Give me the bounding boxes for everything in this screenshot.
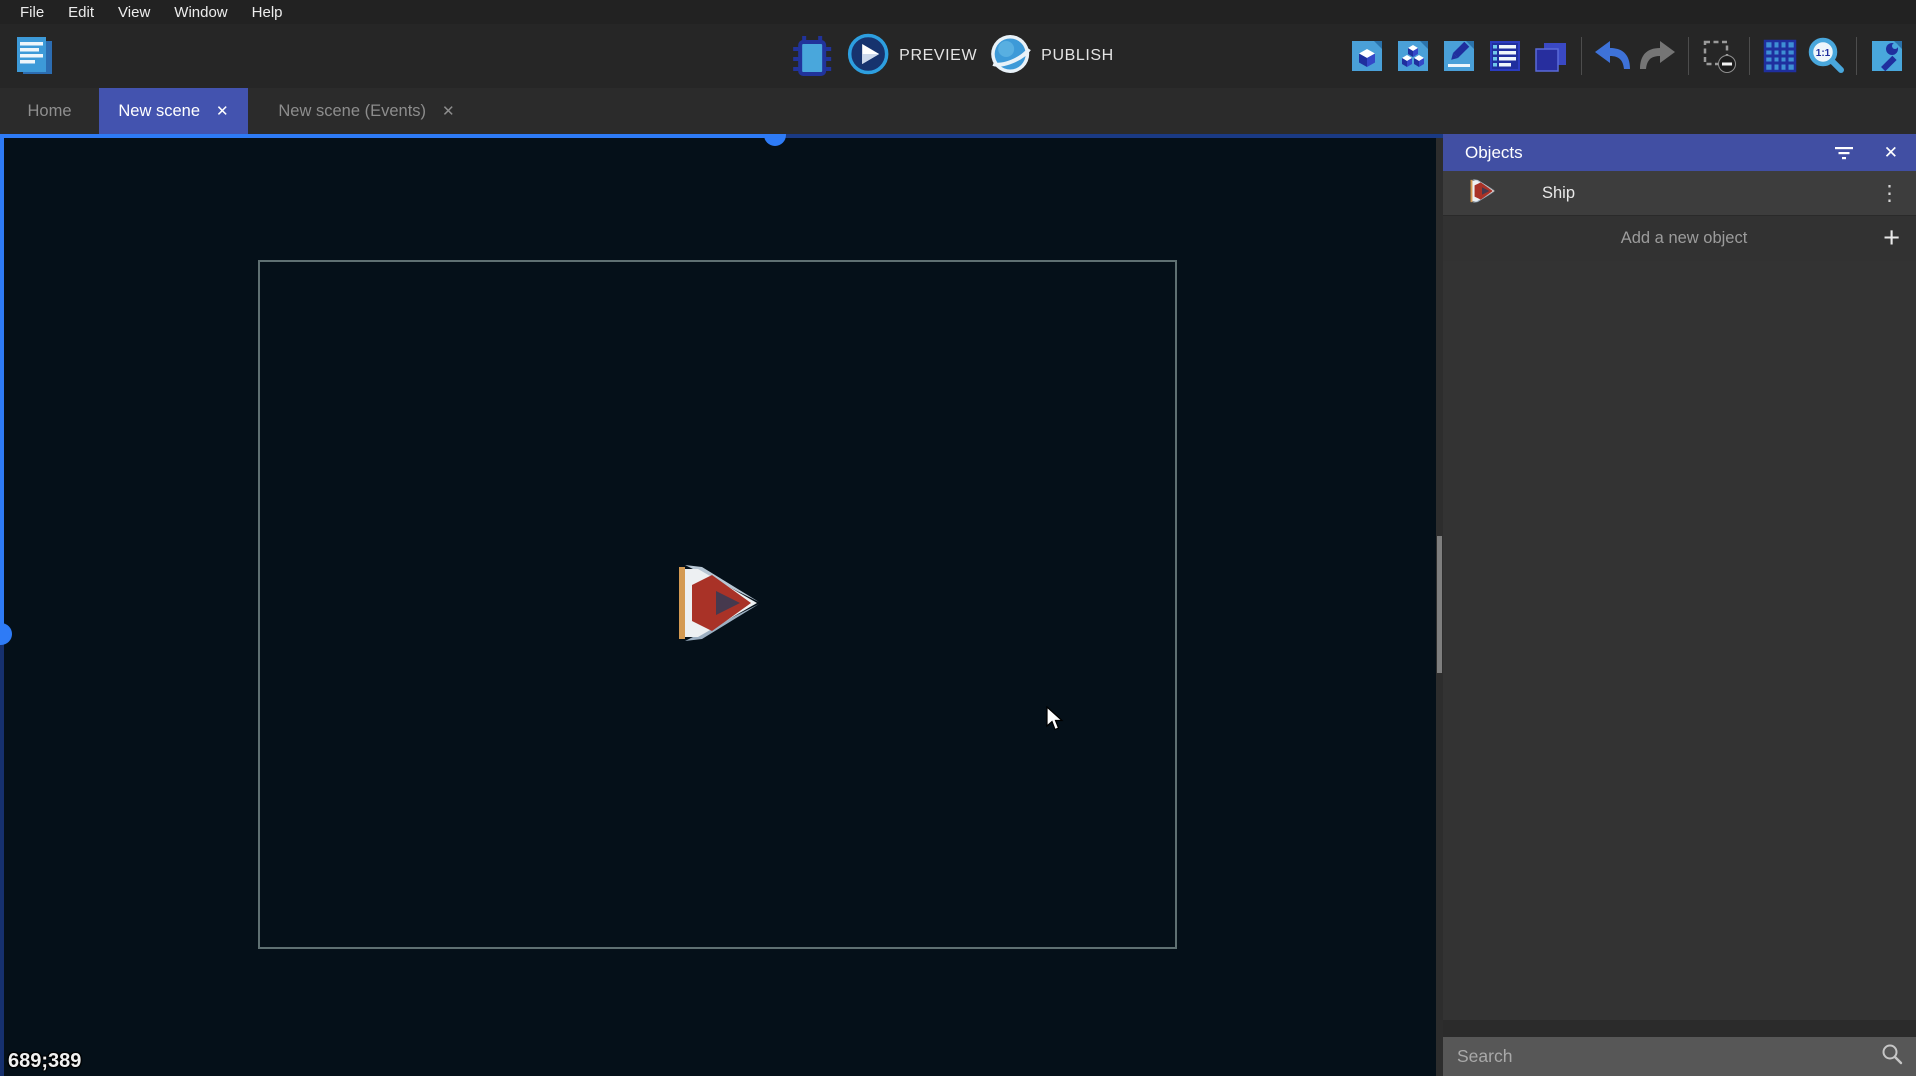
editor-settings-icon[interactable] [1864, 33, 1910, 79]
menu-edit[interactable]: Edit [56, 4, 106, 21]
editor-tabbar: Home New scene ✕ New scene (Events) ✕ [0, 88, 1916, 134]
toolbar-separator [1749, 37, 1750, 75]
toolbar-separator [1581, 37, 1582, 75]
mouse-cursor-icon [1045, 706, 1065, 737]
scene-canvas[interactable]: 689;389 [0, 134, 1443, 1076]
instances-list-icon[interactable] [1482, 33, 1528, 79]
object-groups-icon[interactable] [1390, 33, 1436, 79]
menubar: File Edit View Window Help [0, 0, 1916, 24]
main-area: 689;389 Objects ✕ [0, 134, 1916, 1076]
play-icon [847, 33, 889, 80]
redo-button[interactable] [1635, 33, 1681, 79]
close-icon[interactable]: ✕ [442, 104, 455, 119]
left-drawer-line [0, 134, 4, 634]
add-object-label: Add a new object [1459, 229, 1883, 248]
publish-globe-icon [989, 33, 1031, 80]
left-drawer-line-dim [0, 634, 4, 1076]
ship-instance[interactable] [672, 561, 760, 650]
objects-panel-header: Objects ✕ [1443, 134, 1916, 171]
toolbar: PREVIEW PUBLISH [0, 24, 1916, 88]
canvas-scrollbar [1436, 134, 1443, 1076]
panel-title: Objects [1465, 143, 1834, 163]
grid-icon[interactable] [1757, 33, 1803, 79]
toolbar-center: PREVIEW PUBLISH [789, 33, 1114, 80]
objects-list-empty-area [1443, 261, 1916, 1020]
cursor-coordinates: 689;389 [8, 1050, 81, 1073]
close-icon[interactable]: ✕ [1884, 143, 1898, 163]
top-drawer-line-dim [775, 134, 1443, 138]
properties-icon[interactable] [1436, 33, 1482, 79]
close-icon[interactable]: ✕ [216, 104, 229, 119]
search-icon [1880, 1042, 1904, 1071]
menu-view[interactable]: View [106, 4, 162, 21]
toolbar-separator [1856, 37, 1857, 75]
scrollbar-thumb[interactable] [1437, 536, 1442, 673]
panel-bottom-strip [1443, 1020, 1916, 1037]
left-drawer-handle[interactable] [0, 623, 12, 645]
add-object-row[interactable]: Add a new object + [1443, 216, 1916, 261]
top-drawer-handle[interactable] [764, 134, 786, 146]
top-drawer-line [0, 134, 775, 138]
layers-icon[interactable] [1528, 33, 1574, 79]
undo-button[interactable] [1589, 33, 1635, 79]
objects-search-bar [1443, 1037, 1916, 1076]
toolbar-separator [1688, 37, 1689, 75]
menu-help[interactable]: Help [240, 4, 295, 21]
svg-text:1:1: 1:1 [1816, 48, 1831, 59]
toolbar-right: 1:1 [1344, 33, 1910, 79]
objects-panel: Objects ✕ [1443, 134, 1916, 1076]
zoom-original-icon[interactable]: 1:1 [1803, 33, 1849, 79]
tab-home[interactable]: Home [0, 88, 99, 134]
plus-icon[interactable]: + [1883, 224, 1900, 253]
kebab-menu-icon[interactable]: ⋮ [1879, 181, 1900, 206]
preview-button[interactable]: PREVIEW [847, 33, 977, 80]
publish-label: PUBLISH [1041, 47, 1114, 65]
menu-window[interactable]: Window [162, 4, 239, 21]
object-name: Ship [1542, 184, 1879, 203]
search-input[interactable] [1457, 1046, 1880, 1067]
objects-editor-icon[interactable] [1344, 33, 1390, 79]
filter-icon[interactable] [1834, 146, 1854, 160]
tab-new-scene[interactable]: New scene ✕ [99, 88, 248, 134]
debugger-icon[interactable] [789, 33, 835, 79]
preview-label: PREVIEW [899, 47, 977, 65]
object-row-ship[interactable]: Ship ⋮ [1443, 171, 1916, 216]
ship-thumbnail [1468, 178, 1496, 209]
deselect-instances-icon[interactable] [1696, 33, 1742, 79]
project-manager-icon[interactable] [10, 31, 60, 81]
publish-button[interactable]: PUBLISH [989, 33, 1114, 80]
tab-new-scene-events[interactable]: New scene (Events) ✕ [248, 88, 485, 134]
menu-file[interactable]: File [8, 4, 56, 21]
